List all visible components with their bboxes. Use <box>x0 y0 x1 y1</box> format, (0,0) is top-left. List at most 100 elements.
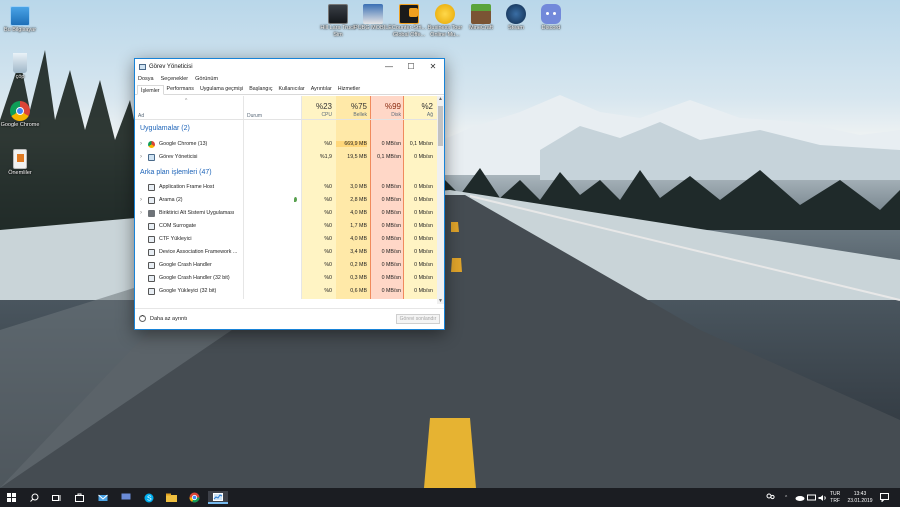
table-row[interactable]: COM Surrogate %0 1,7 MB 0 MB/sn 0 Mb/sn <box>135 220 437 233</box>
store-button[interactable] <box>73 491 86 504</box>
table-row[interactable]: › Google Chrome (13) %0 669,9 MB 0 MB/sn… <box>135 138 437 151</box>
business-tour-icon <box>435 4 455 24</box>
desktop-icon-business-tour[interactable]: Business Tour Online Mu... <box>425 4 465 38</box>
mail-button[interactable] <box>96 491 109 504</box>
tab-app-history[interactable]: Uygulama geçmişi <box>197 84 246 94</box>
group-background[interactable]: Arka plan işlemleri (47) <box>140 169 212 176</box>
show-hidden-icons-button[interactable]: ⌃ <box>784 488 788 507</box>
process-name: Google Chrome (13) <box>159 141 208 147</box>
menu-options[interactable]: Seçenekler <box>161 76 189 82</box>
tab-services[interactable]: Hizmetler <box>335 84 363 94</box>
desktop-icon-onemliler[interactable]: Önemliler <box>0 149 40 177</box>
desktop-icon-recycle-bin[interactable]: çöp <box>0 53 40 81</box>
task-view-button[interactable] <box>50 491 63 504</box>
table-row[interactable]: CTF Yükleyici %0 4,0 MB 0 MB/sn 0 Mb/sn <box>135 233 437 246</box>
desktop-icon-label: Hill Lara Truck Sim <box>320 25 356 38</box>
desktop-icon-pubg[interactable]: PUBG MOBILE <box>353 4 393 32</box>
table-row[interactable]: Device Association Framework ... %0 3,4 … <box>135 246 437 259</box>
header-disk-percent[interactable]: %99 <box>370 102 401 111</box>
cpu-value: %0 <box>324 262 332 268</box>
process-name: CTF Yükleyici <box>159 236 192 242</box>
header-cpu-percent[interactable]: %23 <box>301 102 332 111</box>
desktop-icon-this-pc[interactable]: Bu Bilgisayar <box>0 6 40 34</box>
header-network-percent[interactable]: %2 <box>404 102 433 111</box>
volume-icon[interactable] <box>818 488 827 507</box>
memory-value: 669,9 MB <box>336 141 367 147</box>
csgo-icon <box>399 4 419 24</box>
window-footer: ^ Daha az ayrıntı Görevi sonlandır <box>135 308 444 329</box>
header-name[interactable]: Ad <box>138 113 144 119</box>
desktop-icon-chrome[interactable]: Google Chrome <box>0 101 40 129</box>
group-apps[interactable]: Uygulamalar (2) <box>140 125 190 132</box>
start-button[interactable] <box>5 491 18 504</box>
desktop-icon-minecraft[interactable]: MineCraft <box>461 4 501 32</box>
language-indicator[interactable]: TUR TRF <box>830 488 840 507</box>
task-manager-app-icon <box>139 63 146 70</box>
table-row[interactable]: Google Crash Handler %0 0,2 MB 0 MB/sn 0… <box>135 259 437 272</box>
messaging-button[interactable] <box>119 491 132 504</box>
expand-icon[interactable]: › <box>140 141 142 147</box>
vertical-scrollbar[interactable]: ▲ ▼ <box>437 96 444 304</box>
desktop-icon-label: Business Tour Online Mu... <box>427 25 463 38</box>
task-manager-taskbar-button[interactable] <box>208 491 228 504</box>
tab-processes[interactable]: İşlemler <box>137 85 164 95</box>
network-icon[interactable] <box>807 488 816 507</box>
cpu-value: %0 <box>324 288 332 294</box>
close-button[interactable]: ✕ <box>422 59 444 74</box>
task-view-icon <box>51 494 60 501</box>
tab-users[interactable]: Kullanıcılar <box>275 84 307 94</box>
tab-performance[interactable]: Performans <box>164 84 197 94</box>
desktop-icon-steam[interactable]: Steam <box>496 4 536 32</box>
scroll-down-icon[interactable]: ▼ <box>437 298 444 304</box>
scrollbar-thumb[interactable] <box>438 106 443 146</box>
menu-file[interactable]: Dosya <box>138 76 154 82</box>
monitor-icon <box>10 6 30 26</box>
recycle-bin-icon <box>13 53 27 73</box>
memory-value: 3,4 MB <box>350 249 367 255</box>
title-bar[interactable]: Görev Yöneticisi — ☐ ✕ <box>135 59 444 74</box>
header-memory-percent[interactable]: %75 <box>336 102 367 111</box>
cpu-value: %0 <box>324 249 332 255</box>
expand-icon[interactable]: › <box>140 154 142 160</box>
table-row[interactable]: › Görev Yöneticisi %1,9 19,5 MB 0,1 MB/s… <box>135 151 437 164</box>
skype-icon: S <box>144 493 153 502</box>
onedrive-icon[interactable] <box>795 488 805 507</box>
network-value: 0 Mb/sn <box>414 223 433 229</box>
scroll-up-icon[interactable]: ▲ <box>437 96 444 102</box>
disk-value: 0 MB/sn <box>381 210 401 216</box>
header-network[interactable]: Ağ <box>404 112 433 118</box>
table-row[interactable]: Google Crash Handler (32 bit) %0 0,3 MB … <box>135 272 437 285</box>
fewer-details-button[interactable]: ^ Daha az ayrıntı <box>139 315 187 322</box>
tab-details[interactable]: Ayrıntılar <box>308 84 335 94</box>
header-disk[interactable]: Disk <box>370 112 401 118</box>
maximize-button[interactable]: ☐ <box>400 59 422 74</box>
table-row[interactable]: Application Frame Host %0 3,0 MB 0 MB/sn… <box>135 181 437 194</box>
people-icon[interactable] <box>766 488 775 507</box>
clock[interactable]: 13:43 23.01.2019 <box>846 488 874 507</box>
end-task-button[interactable]: Görevi sonlandır <box>396 314 440 324</box>
header-cpu[interactable]: CPU <box>301 112 332 118</box>
header-status[interactable]: Durum <box>247 113 262 119</box>
tab-startup[interactable]: Başlangıç <box>246 84 275 94</box>
header-memory[interactable]: Bellek <box>336 112 367 118</box>
expand-icon[interactable]: › <box>140 197 142 203</box>
table-row[interactable]: Google Yükleyici (32 bit) %0 0,6 MB 0 MB… <box>135 285 437 298</box>
desktop-icon-discord[interactable]: Discord <box>531 4 571 32</box>
task-manager-window[interactable]: Görev Yöneticisi — ☐ ✕ Dosya Seçenekler … <box>134 58 445 330</box>
minimize-button[interactable]: — <box>378 59 400 74</box>
search-button[interactable] <box>28 491 41 504</box>
skype-button[interactable]: S <box>142 491 155 504</box>
memory-value: 2,8 MB <box>350 197 367 203</box>
chrome-taskbar-button[interactable] <box>188 491 201 504</box>
desktop-icon-csgo[interactable]: Counter-Stri... Global Offe... <box>389 4 429 38</box>
table-row[interactable]: › Biriktirici Alt Sistemi Uygulaması %0 … <box>135 207 437 220</box>
action-center-button[interactable] <box>880 488 889 507</box>
file-explorer-button[interactable] <box>165 491 178 504</box>
desktop-icon-truck-sim[interactable]: Hill Lara Truck Sim <box>318 4 358 38</box>
disk-value: 0 MB/sn <box>381 141 401 147</box>
search-icon <box>30 493 39 502</box>
people-glyph <box>766 493 775 500</box>
expand-icon[interactable]: › <box>140 210 142 216</box>
table-row[interactable]: › Arama (2) %0 2,8 MB 0 MB/sn 0 Mb/sn <box>135 194 437 207</box>
menu-view[interactable]: Görünüm <box>195 76 218 82</box>
